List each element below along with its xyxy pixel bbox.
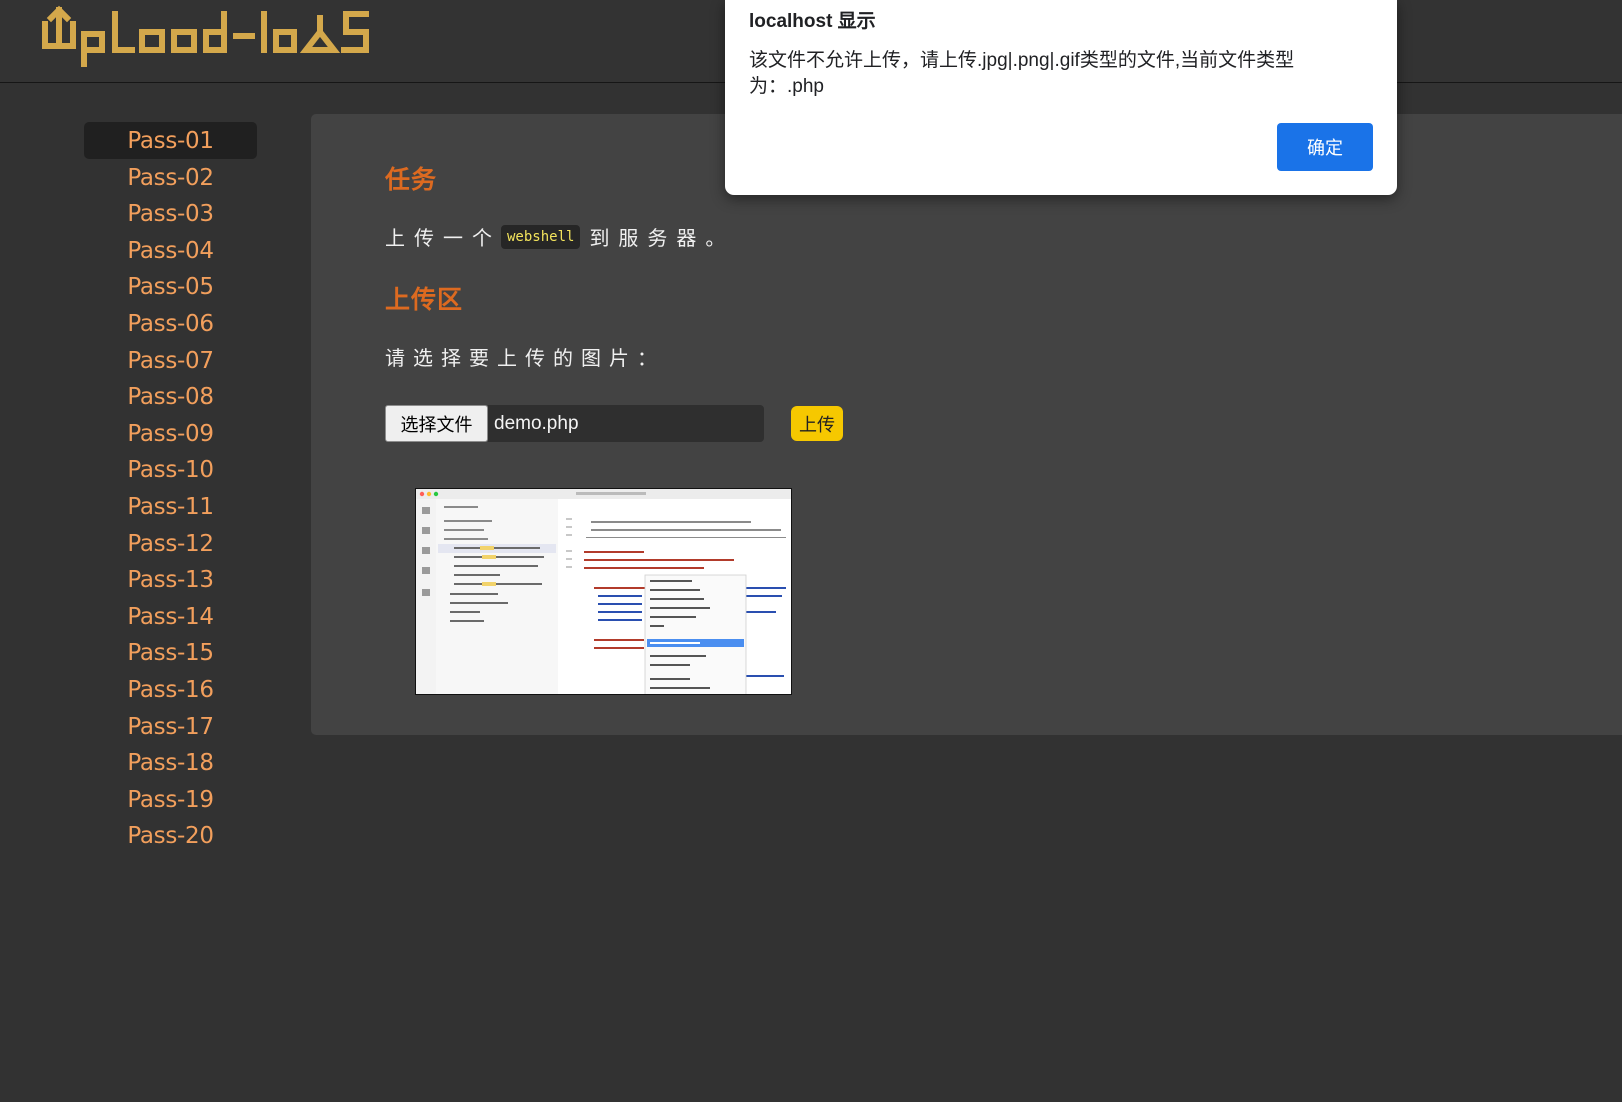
sidebar-item-pass-09[interactable]: Pass-09 bbox=[84, 415, 257, 452]
sidebar-nav: Pass-01 Pass-02 Pass-03 Pass-04 Pass-05 Pass-… bbox=[84, 122, 257, 854]
sidebar-item-pass-10[interactable]: Pass-10 bbox=[84, 451, 257, 488]
sidebar-item-pass-15[interactable]: Pass-15 bbox=[84, 634, 257, 671]
sidebar-item-pass-20[interactable]: Pass-20 bbox=[84, 817, 257, 854]
task-heading: 任务 bbox=[385, 165, 438, 194]
task-prefix: 上传一个 bbox=[385, 226, 501, 250]
uploaded-image-preview bbox=[415, 488, 792, 695]
alert-dialog: localhost 显示 该文件不允许上传，请上传.jpg|.png|.gif类… bbox=[725, 0, 1397, 195]
sidebar-item-pass-12[interactable]: Pass-12 bbox=[84, 525, 257, 562]
sidebar-item-pass-03[interactable]: Pass-03 bbox=[84, 195, 257, 232]
sidebar-item-pass-04[interactable]: Pass-04 bbox=[84, 232, 257, 269]
sidebar-item-pass-18[interactable]: Pass-18 bbox=[84, 744, 257, 781]
dialog-message: 该文件不允许上传，请上传.jpg|.png|.gif类型的文件,当前文件类型为：… bbox=[749, 50, 1295, 97]
sidebar-item-pass-06[interactable]: Pass-06 bbox=[84, 305, 257, 342]
sidebar-item-pass-14[interactable]: Pass-14 bbox=[84, 598, 257, 635]
sidebar-item-pass-17[interactable]: Pass-17 bbox=[84, 708, 257, 745]
sidebar-item-pass-11[interactable]: Pass-11 bbox=[84, 488, 257, 525]
editor-screenshot-image bbox=[416, 489, 791, 694]
webshell-code: webshell bbox=[501, 224, 581, 249]
selected-file-name: demo.php bbox=[488, 405, 764, 442]
dialog-ok-button[interactable]: 确定 bbox=[1277, 123, 1373, 171]
sidebar-item-pass-08[interactable]: Pass-08 bbox=[84, 378, 257, 415]
task-suffix: 到服务器。 bbox=[589, 226, 735, 250]
sidebar-item-pass-19[interactable]: Pass-19 bbox=[84, 781, 257, 818]
sidebar-item-pass-16[interactable]: Pass-16 bbox=[84, 671, 257, 708]
sidebar-item-pass-02[interactable]: Pass-02 bbox=[84, 159, 257, 196]
upload-heading: 上传区 bbox=[385, 285, 464, 314]
sidebar-item-pass-13[interactable]: Pass-13 bbox=[84, 561, 257, 598]
file-input-row: 选择文件 demo.php 上传 bbox=[385, 405, 843, 442]
sidebar-item-pass-07[interactable]: Pass-07 bbox=[84, 342, 257, 379]
dialog-title: localhost 显示 bbox=[749, 11, 876, 32]
task-description: 上传一个 webshell 到服务器。 bbox=[385, 222, 734, 251]
upload-labs-logo bbox=[42, 5, 369, 67]
choose-file-button[interactable]: 选择文件 bbox=[385, 405, 488, 442]
main-panel: 任务 上传一个 webshell 到服务器。 上传区 请选择要上传的图片： 选择… bbox=[311, 114, 1622, 735]
sidebar-item-pass-05[interactable]: Pass-05 bbox=[84, 268, 257, 305]
upload-prompt: 请选择要上传的图片： bbox=[385, 346, 665, 370]
upload-button[interactable]: 上传 bbox=[791, 406, 843, 441]
sidebar-item-pass-01[interactable]: Pass-01 bbox=[84, 122, 257, 159]
